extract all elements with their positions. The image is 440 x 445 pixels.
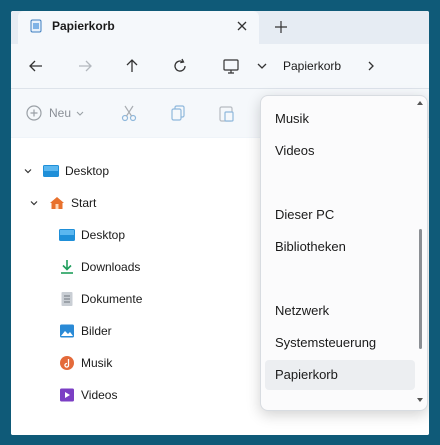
scroll-down-arrow-icon[interactable] xyxy=(416,396,424,404)
dropdown-scrollbar-thumb[interactable] xyxy=(419,229,422,349)
scroll-up-arrow-icon[interactable] xyxy=(416,99,424,107)
tree-item-downloads[interactable]: Downloads xyxy=(59,255,140,279)
desktop-icon xyxy=(43,165,59,177)
paste-icon[interactable] xyxy=(216,103,236,123)
tree-item-videos[interactable]: Videos xyxy=(59,383,117,407)
tree-item-label: Start xyxy=(71,196,97,210)
chevron-down-icon[interactable] xyxy=(23,166,33,176)
plus-circle-icon xyxy=(26,105,42,121)
dropdown-item-musik[interactable]: Musik xyxy=(261,104,415,134)
refresh-icon[interactable] xyxy=(170,56,190,76)
music-icon xyxy=(60,356,74,370)
tree-item-label: Musik xyxy=(81,356,113,370)
new-button[interactable]: Neu xyxy=(25,103,85,123)
home-icon xyxy=(50,197,64,209)
chevron-right-icon[interactable] xyxy=(363,58,379,74)
file-explorer-window: Papierkorb Papierkorb Neu Desktop Start … xyxy=(11,11,429,435)
new-button-label: Neu xyxy=(49,106,72,120)
close-icon[interactable] xyxy=(234,18,250,34)
dropdown-item-dieser-pc[interactable]: Dieser PC xyxy=(261,200,415,230)
location-dropdown: Musik Videos Dieser PC Bibliotheken Netz… xyxy=(260,95,428,411)
tree-item-label: Bilder xyxy=(81,324,112,338)
download-icon xyxy=(61,260,73,274)
tree-item-label: Videos xyxy=(81,388,118,402)
chevron-down-icon[interactable] xyxy=(254,58,270,74)
dropdown-item-bibliotheken[interactable]: Bibliotheken xyxy=(261,232,415,262)
tab-strip: Papierkorb xyxy=(11,11,429,44)
tree-item-label: Dokumente xyxy=(81,292,143,306)
tree-item-dokumente[interactable]: Dokumente xyxy=(59,287,142,311)
forward-arrow-icon[interactable] xyxy=(75,56,95,76)
tree-item-desktop-root[interactable]: Desktop xyxy=(23,159,109,183)
copy-icon[interactable] xyxy=(168,103,188,123)
chevron-down-icon xyxy=(76,111,84,116)
dropdown-item-systemsteuerung[interactable]: Systemsteuerung xyxy=(261,328,415,358)
dropdown-item-videos[interactable]: Videos xyxy=(261,136,415,166)
tab-papierkorb[interactable]: Papierkorb xyxy=(18,11,259,44)
monitor-icon[interactable] xyxy=(221,56,241,76)
tree-item-label: Desktop xyxy=(65,164,110,178)
tree-item-start[interactable]: Start xyxy=(29,191,96,215)
tree-item-label: Desktop xyxy=(81,228,126,242)
document-icon xyxy=(61,292,73,306)
tree-item-bilder[interactable]: Bilder xyxy=(59,319,112,343)
chevron-down-icon[interactable] xyxy=(29,198,39,208)
navigation-bar: Papierkorb xyxy=(11,44,429,88)
plus-icon[interactable] xyxy=(273,19,289,35)
pictures-icon xyxy=(60,324,74,338)
scissors-icon[interactable] xyxy=(119,103,139,123)
tree-item-musik[interactable]: Musik xyxy=(59,351,112,375)
back-arrow-icon[interactable] xyxy=(26,56,46,76)
address-breadcrumb[interactable]: Papierkorb xyxy=(283,59,341,73)
dropdown-item-netzwerk[interactable]: Netzwerk xyxy=(261,296,415,326)
recycle-bin-icon xyxy=(30,19,42,33)
video-icon xyxy=(60,388,74,402)
tree-item-desktop[interactable]: Desktop xyxy=(59,223,125,247)
up-arrow-icon[interactable] xyxy=(122,56,142,76)
dropdown-item-papierkorb[interactable]: Papierkorb xyxy=(265,360,415,390)
desktop-icon xyxy=(59,229,75,241)
tab-title: Papierkorb xyxy=(52,19,115,33)
tree-item-label: Downloads xyxy=(81,260,141,274)
